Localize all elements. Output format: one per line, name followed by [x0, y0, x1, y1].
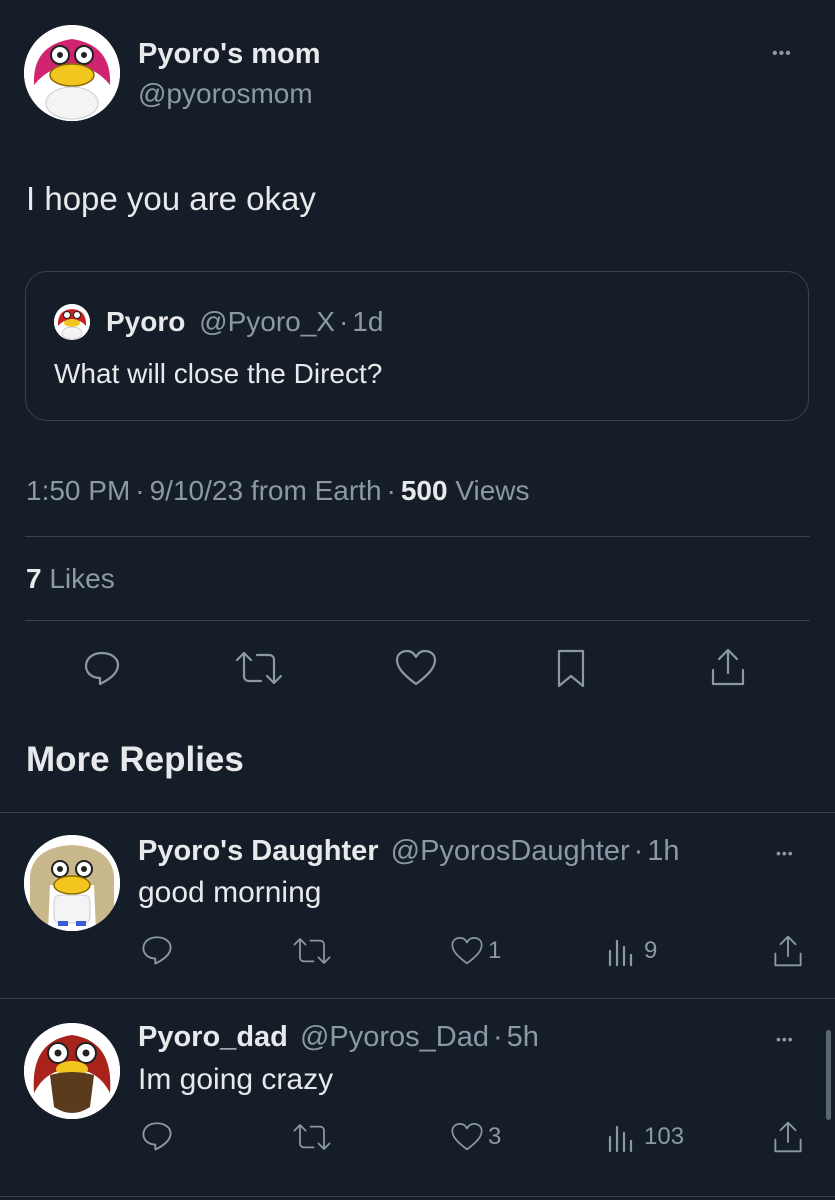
analytics-icon — [608, 1125, 633, 1153]
reply-button[interactable] — [140, 1119, 174, 1153]
reply-text: Im going crazy — [138, 1063, 334, 1096]
retweet-icon — [293, 1124, 331, 1150]
reply-time[interactable]: 5h — [507, 1021, 539, 1053]
quote-author-handle: @Pyoro_X — [199, 306, 335, 337]
share-button[interactable] — [772, 933, 804, 969]
reply-button[interactable] — [82, 648, 122, 688]
retweet-icon — [235, 651, 283, 685]
separator: · — [386, 475, 396, 506]
separator: · — [135, 475, 145, 506]
like-button[interactable] — [394, 648, 438, 688]
reply-author-name[interactable]: Pyoro's Daughter — [138, 835, 379, 867]
pyoro-dad-avatar-image — [24, 1023, 120, 1119]
retweet-button[interactable] — [290, 1121, 334, 1153]
share-icon — [774, 935, 802, 967]
share-button[interactable] — [709, 646, 747, 688]
divider — [0, 1196, 835, 1197]
views-button[interactable]: 103 — [606, 1121, 684, 1153]
like-button[interactable]: 1 — [450, 935, 501, 967]
reply-header: Pyoro's Daughter @PyorosDaughter · 1h — [138, 835, 680, 868]
reply-author-handle[interactable]: @Pyoros_Dad — [300, 1021, 489, 1053]
avatar[interactable] — [24, 25, 120, 121]
reply-icon — [142, 1122, 172, 1151]
reply-button[interactable] — [140, 933, 174, 967]
author-handle[interactable]: @pyorosmom — [138, 78, 313, 110]
more-options-icon[interactable]: ••• — [772, 44, 792, 64]
quote-tweet-card[interactable]: Pyoro @Pyoro_X · 1d What will close the Di… — [25, 271, 809, 421]
analytics-icon — [608, 939, 633, 967]
separator: · — [633, 835, 644, 867]
retweet-icon — [293, 938, 331, 964]
pyoro-daughter-avatar-image — [24, 835, 120, 931]
avatar[interactable] — [24, 1023, 120, 1119]
reply-icon — [84, 651, 120, 686]
bookmark-icon — [557, 649, 585, 688]
like-button[interactable]: 3 — [450, 1121, 501, 1153]
scrollbar[interactable] — [826, 1030, 831, 1120]
more-options-icon[interactable]: ••• — [776, 845, 794, 861]
quote-time: 1d — [352, 306, 384, 337]
share-button[interactable] — [772, 1119, 804, 1155]
share-icon — [774, 1121, 802, 1153]
likes-summary[interactable]: 7 Likes — [26, 563, 115, 595]
heart-icon — [451, 937, 483, 965]
tweet-text: I hope you are okay — [26, 180, 316, 217]
likes-label: Likes — [49, 563, 115, 594]
views-count: 500 — [400, 475, 448, 506]
share-icon — [711, 648, 745, 686]
heart-icon — [395, 649, 437, 686]
like-count: 3 — [488, 1123, 502, 1150]
bookmark-button[interactable] — [555, 648, 587, 690]
reply-item[interactable]: Pyoro's Daughter @PyorosDaughter · 1h ••• … — [0, 813, 835, 998]
view-count: 9 — [644, 937, 658, 964]
retweet-button[interactable] — [233, 648, 285, 688]
heart-icon — [451, 1123, 483, 1151]
likes-count: 7 — [26, 563, 42, 594]
divider — [25, 620, 810, 621]
views-button[interactable]: 9 — [606, 935, 657, 967]
reply-item[interactable]: Pyoro_dad @Pyoros_Dad · 5h ••• Im going cr… — [0, 999, 835, 1184]
more-options-icon[interactable]: ••• — [776, 1031, 794, 1047]
avatar[interactable] — [24, 835, 120, 931]
reply-author-handle[interactable]: @PyorosDaughter — [391, 835, 630, 867]
section-title: More Replies — [26, 740, 244, 779]
pyoro-avatar-image — [54, 304, 90, 340]
quote-author-line: Pyoro @Pyoro_X · 1d — [106, 306, 383, 338]
tweet-source: from Earth — [250, 475, 382, 506]
quote-avatar — [54, 304, 90, 340]
reply-text: good morning — [138, 876, 322, 909]
tweet-metadata: 1:50 PM · 9/10/23 from Earth · 500 Views — [26, 475, 530, 507]
view-count: 103 — [644, 1123, 685, 1150]
pyoro-mom-avatar-image — [24, 25, 120, 121]
retweet-button[interactable] — [290, 935, 334, 967]
reply-header: Pyoro_dad @Pyoros_Dad · 5h — [138, 1021, 539, 1054]
quote-text: What will close the Direct? — [54, 358, 383, 389]
divider — [25, 536, 810, 537]
tweet-date[interactable]: 9/10/23 — [150, 475, 243, 506]
reply-author-name[interactable]: Pyoro_dad — [138, 1021, 288, 1053]
reply-time[interactable]: 1h — [647, 835, 679, 867]
separator: · — [492, 1021, 503, 1053]
separator: · — [338, 306, 349, 337]
author-name[interactable]: Pyoro's mom — [138, 38, 321, 71]
reply-icon — [142, 936, 172, 965]
quote-author-name: Pyoro — [106, 306, 186, 337]
views-label: Views — [455, 475, 530, 506]
tweet-time[interactable]: 1:50 PM — [26, 475, 130, 506]
like-count: 1 — [488, 937, 502, 964]
